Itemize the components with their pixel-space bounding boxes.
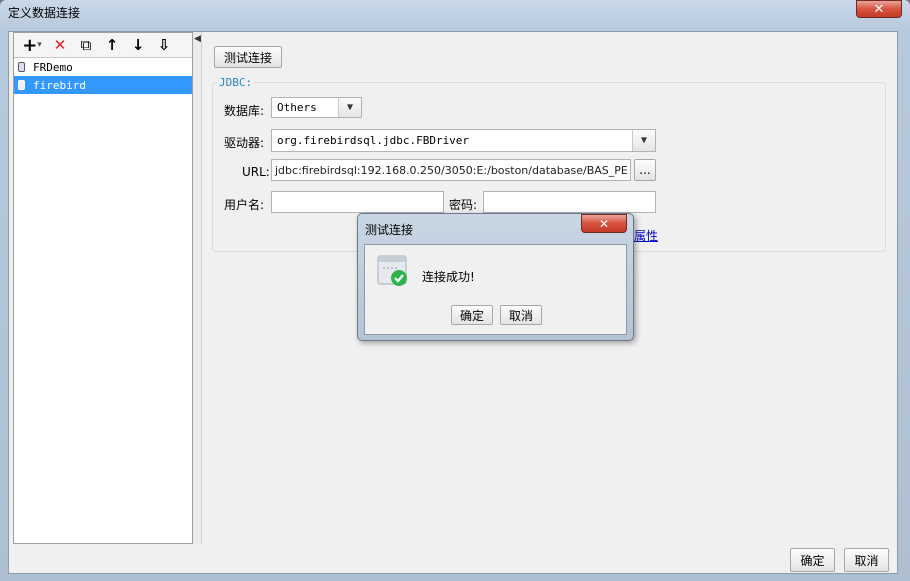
delete-icon: ✕ — [53, 36, 67, 54]
dialog-cancel-button[interactable]: 取消 — [500, 305, 542, 325]
database-icon — [18, 80, 25, 90]
dialog-title: 测试连接 — [365, 223, 414, 237]
title-bar: 定义数据连接 ✕ — [0, 0, 910, 24]
connection-toolbar: + ▾ ✕ ⧉ ↑ ↓ ⇩ — [14, 33, 192, 58]
database-icon — [18, 62, 25, 72]
footer-cancel-button[interactable]: 取消 — [844, 548, 889, 572]
dropdown-arrow-icon: ▾ — [37, 40, 42, 50]
connection-label: FRDemo — [33, 60, 73, 74]
url-label: URL: — [242, 165, 270, 179]
jdbc-legend: JDBC: — [217, 76, 255, 89]
password-input[interactable] — [483, 191, 656, 213]
url-browse-button[interactable]: ... — [634, 159, 656, 181]
username-label: 用户名: — [224, 198, 265, 212]
database-select[interactable]: Others ▼ — [271, 97, 362, 118]
window-title: 定义数据连接 — [8, 6, 81, 20]
password-label: 密码: — [449, 198, 478, 212]
plus-icon: + — [22, 34, 38, 56]
dialog-close-button[interactable]: ✕ — [581, 214, 627, 233]
move-down-button[interactable]: ↓ — [127, 35, 149, 55]
test-connection-dialog: 测试连接 ✕ 连接成功! 确定 取消 — [357, 213, 634, 341]
dialog-ok-button[interactable]: 确定 — [451, 305, 493, 325]
dialog-body: 连接成功! 确定 取消 — [364, 244, 627, 335]
driver-label: 驱动器: — [224, 136, 265, 150]
collapse-arrow-icon[interactable]: ◀ — [194, 34, 201, 44]
copy-icon: ⧉ — [80, 36, 92, 54]
connection-label: firebird — [33, 78, 86, 92]
success-check-icon — [377, 255, 407, 286]
panel-splitter[interactable]: ◀ — [193, 32, 202, 544]
chevron-down-icon[interactable]: ▼ — [632, 130, 655, 151]
connection-list-panel: + ▾ ✕ ⧉ ↑ ↓ ⇩ FRDemo firebird — [13, 32, 193, 544]
properties-link[interactable]: 属性 — [634, 227, 658, 244]
chevron-down-icon[interactable]: ▼ — [338, 98, 361, 117]
list-item-firebird[interactable]: firebird — [14, 76, 192, 94]
database-value: Others — [277, 101, 317, 114]
url-input[interactable]: jdbc:firebirdsql:192.168.0.250/3050:E:/b… — [271, 159, 631, 181]
sort-button[interactable]: ⇩ — [153, 35, 175, 55]
username-input[interactable] — [271, 191, 444, 213]
test-connection-button[interactable]: 测试连接 — [214, 46, 282, 68]
arrow-up-icon: ↑ — [105, 36, 119, 54]
database-label: 数据库: — [224, 104, 265, 118]
dialog-message: 连接成功! — [422, 270, 475, 284]
sort-icon: ⇩ — [157, 36, 171, 54]
copy-connection-button[interactable]: ⧉ — [75, 35, 97, 55]
driver-value: org.firebirdsql.jdbc.FBDriver — [277, 134, 470, 147]
window-close-button[interactable]: ✕ — [856, 0, 902, 18]
driver-select[interactable]: org.firebirdsql.jdbc.FBDriver ▼ — [271, 129, 656, 152]
delete-connection-button[interactable]: ✕ — [49, 35, 71, 55]
list-item-frdemo[interactable]: FRDemo — [14, 58, 192, 76]
footer-ok-button[interactable]: 确定 — [790, 548, 835, 572]
add-connection-button[interactable]: + ▾ — [19, 34, 45, 56]
move-up-button[interactable]: ↑ — [101, 35, 123, 55]
arrow-down-icon: ↓ — [131, 36, 145, 54]
